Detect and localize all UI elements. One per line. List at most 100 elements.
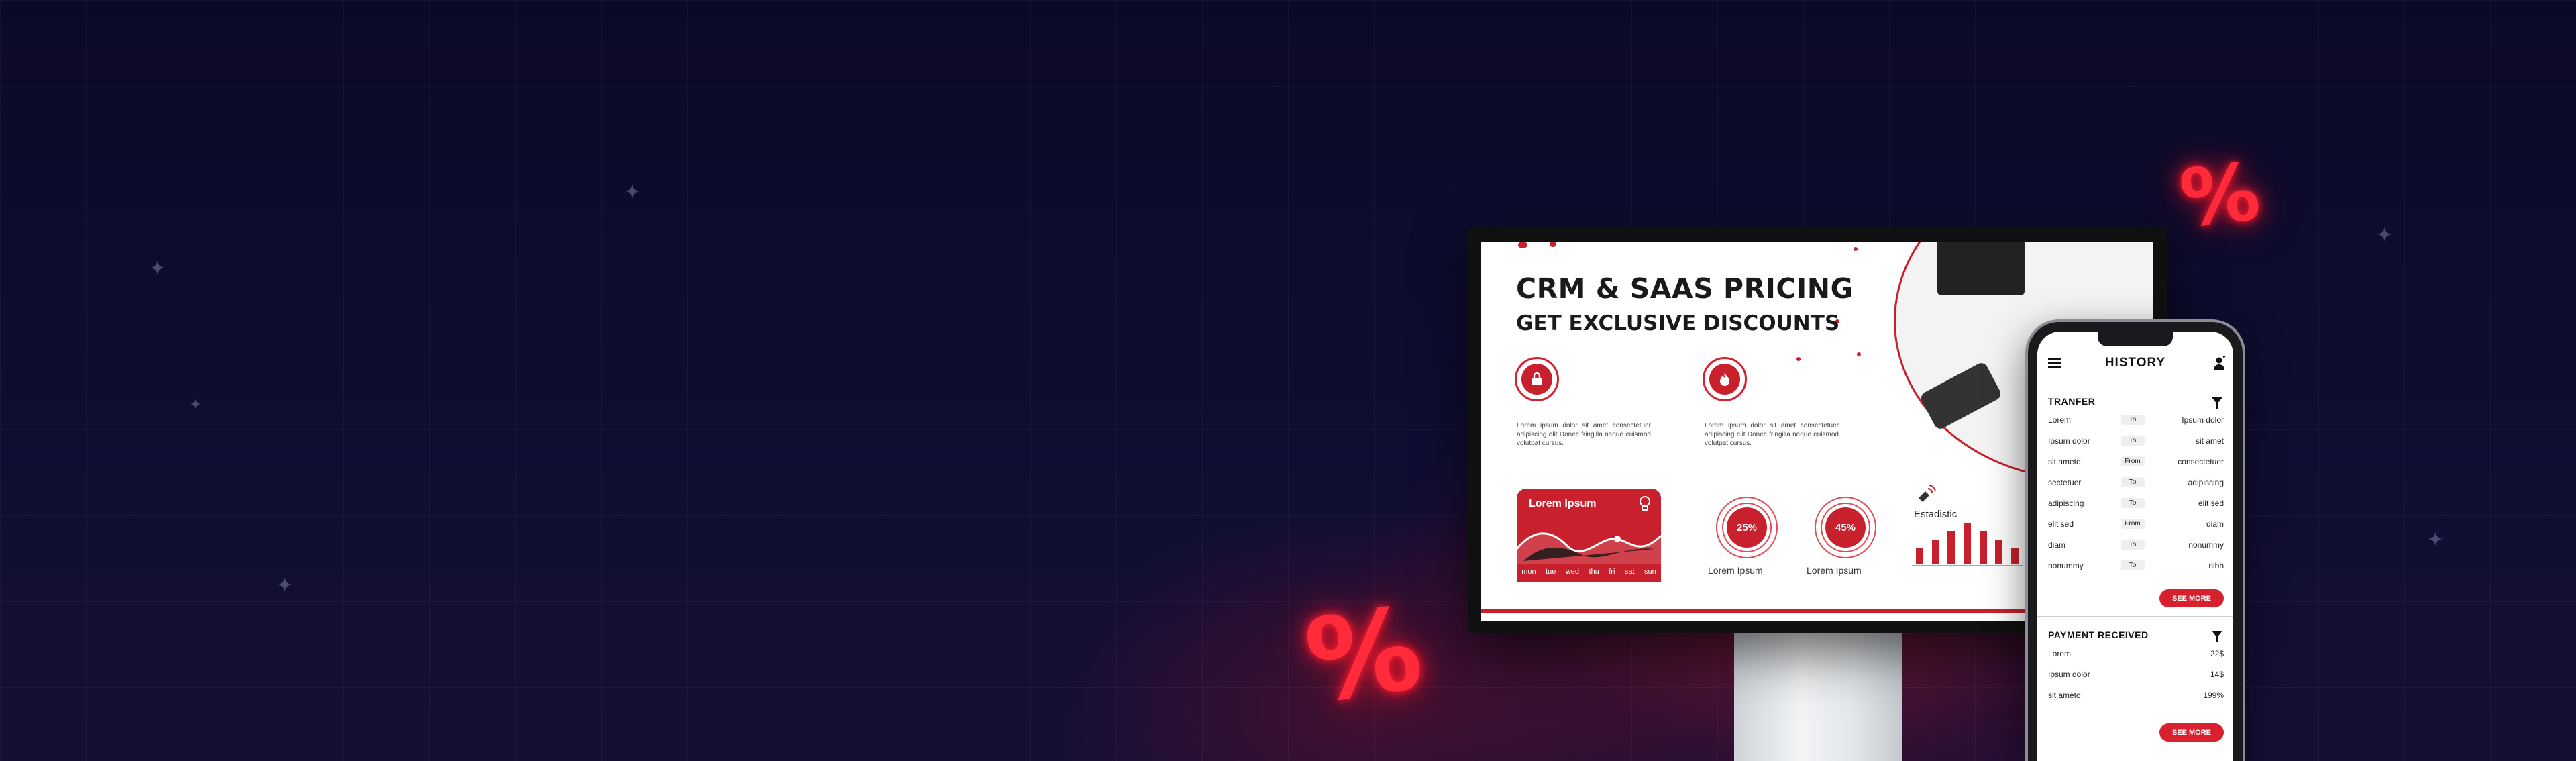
transfer-row[interactable]: diam To nonummy: [2048, 538, 2224, 552]
day-label: sat: [1624, 568, 1635, 576]
row-from: Lorem: [2048, 415, 2072, 425]
percent-value: 45%: [1825, 507, 1866, 548]
row-direction: From: [2121, 519, 2145, 529]
phone-notch: [2098, 332, 2173, 346]
feature-lock: [1515, 357, 1559, 401]
row-direction: To: [2121, 498, 2145, 508]
divider: [2037, 616, 2233, 617]
row-from: sectetuer: [2048, 478, 2082, 487]
payment-amount: 199%: [2203, 691, 2224, 700]
row-direction: To: [2121, 540, 2145, 550]
neon-percent-icon: %: [1298, 582, 1430, 729]
percent-ring: 25%: [1716, 497, 1778, 558]
day-label: wed: [1565, 568, 1580, 576]
day-labels: mon tue wed thu fri sat sun: [1517, 568, 1661, 576]
row-to: consectetuer: [2178, 457, 2224, 466]
wave-card: Lorem Ipsum mon tue wed thu fri sat sun: [1517, 489, 1661, 582]
filter-icon[interactable]: [2212, 397, 2222, 409]
row-to: nibh: [2208, 561, 2224, 570]
percent-value: 25%: [1727, 507, 1767, 548]
sparkle-icon: ✦: [2427, 529, 2445, 551]
day-label: tue: [1546, 568, 1556, 576]
decor-dot: [1796, 357, 1801, 361]
device-photo: [1937, 242, 2025, 295]
feature-flame: [1703, 357, 1747, 401]
decor-dot: [1854, 247, 1858, 251]
payment-name: sit ameto: [2048, 691, 2081, 700]
chart-bar: [1995, 540, 2003, 564]
payment-amount: 14$: [2210, 670, 2224, 679]
monitor-stand: [1734, 624, 1902, 761]
transfer-row[interactable]: sit ameto From consectetuer: [2048, 455, 2224, 468]
see-more-button[interactable]: SEE MORE: [2159, 589, 2224, 607]
page-subtitle: GET EXCLUSIVE DISCOUNTS: [1516, 311, 1840, 336]
phone: HISTORY TRANFER Lorem To Ipsum dolor Ipsum…: [2028, 322, 2243, 761]
neon-percent-icon: %: [2176, 145, 2265, 246]
see-more-button[interactable]: SEE MORE: [2159, 723, 2224, 742]
payment-row[interactable]: Lorem 22$: [2048, 647, 2224, 660]
decor-dot: [1550, 242, 1556, 247]
row-to: adipiscing: [2188, 478, 2224, 487]
sparkle-icon: ✦: [624, 181, 641, 203]
transfer-row[interactable]: Ipsum dolor To sit amet: [2048, 434, 2224, 448]
payment-name: Ipsum dolor: [2048, 670, 2090, 679]
wave-card-title: Lorem Ipsum: [1529, 498, 1597, 509]
statistic-label: Estadistic: [1914, 509, 1957, 520]
chart-bar: [2010, 548, 2019, 564]
screen-title: HISTORY: [2104, 356, 2166, 370]
sparkle-icon: ✦: [276, 574, 294, 597]
chart-bar: [1979, 531, 1987, 564]
phone-screen: HISTORY TRANFER Lorem To Ipsum dolor Ipsum…: [2037, 332, 2233, 761]
page-title: CRM & SAAS PRICING: [1516, 272, 1854, 305]
chart-bar: [1916, 548, 1924, 564]
decor-dot: [1857, 352, 1861, 356]
payment-name: Lorem: [2048, 649, 2072, 658]
filter-icon[interactable]: [2212, 631, 2222, 642]
decor-dot: [1518, 242, 1527, 248]
sparkle-icon: ✦: [189, 396, 202, 413]
row-to: diam: [2206, 519, 2224, 529]
feature-text: Lorem ipsum dolor sit amet consectetuer …: [1705, 422, 1839, 447]
row-from: nonummy: [2048, 561, 2084, 570]
transfer-row[interactable]: Lorem To Ipsum dolor: [2048, 413, 2224, 427]
row-direction: To: [2121, 415, 2145, 425]
payment-amount: 22$: [2210, 649, 2224, 658]
row-direction: From: [2121, 456, 2145, 466]
payment-row[interactable]: Ipsum dolor 14$: [2048, 668, 2224, 681]
transfer-section-title: TRANFER: [2048, 396, 2096, 407]
satellite-icon: [1919, 485, 1936, 502]
transfer-row[interactable]: sectetuer To adipiscing: [2048, 476, 2224, 489]
transfer-row[interactable]: adipiscing To elit sed: [2048, 497, 2224, 510]
payment-row[interactable]: sit ameto 199%: [2048, 689, 2224, 702]
row-from: sit ameto: [2048, 457, 2081, 466]
chart-bar: [1947, 531, 1955, 564]
lock-icon: [1521, 364, 1552, 395]
payment-section-title: PAYMENT RECEIVED: [2048, 629, 2149, 640]
day-label: sun: [1644, 568, 1656, 576]
sparkle-icon: ✦: [149, 258, 166, 280]
percent-label: Lorem Ipsum: [1807, 565, 1862, 576]
lightbulb-icon: [1640, 496, 1650, 511]
user-icon[interactable]: [2213, 356, 2226, 370]
chart-bar: [1931, 540, 1939, 564]
transfer-row[interactable]: elit sed From diam: [2048, 517, 2224, 531]
row-direction: To: [2121, 436, 2145, 446]
row-to: elit sed: [2198, 499, 2224, 508]
transfer-row[interactable]: nonummy To nibh: [2048, 559, 2224, 572]
row-to: nonummy: [2188, 540, 2224, 550]
day-label: fri: [1609, 568, 1615, 576]
row-from: adipiscing: [2048, 499, 2084, 508]
wave-graph: [1517, 532, 1661, 564]
chart-axis: [1912, 565, 2023, 566]
percent-label: Lorem Ipsum: [1708, 565, 1763, 576]
row-to: Ipsum dolor: [2182, 415, 2224, 425]
flame-icon: [1709, 364, 1740, 395]
row-from: diam: [2048, 540, 2066, 550]
chart-bar: [1964, 523, 1971, 564]
row-direction: To: [2121, 560, 2145, 570]
row-direction: To: [2121, 477, 2145, 487]
bar-chart: [1912, 523, 2023, 564]
feature-text: Lorem ipsum dolor sit amet consectetuer …: [1517, 422, 1651, 447]
row-to: sit amet: [2195, 436, 2224, 446]
sparkle-icon: ✦: [2376, 224, 2394, 246]
